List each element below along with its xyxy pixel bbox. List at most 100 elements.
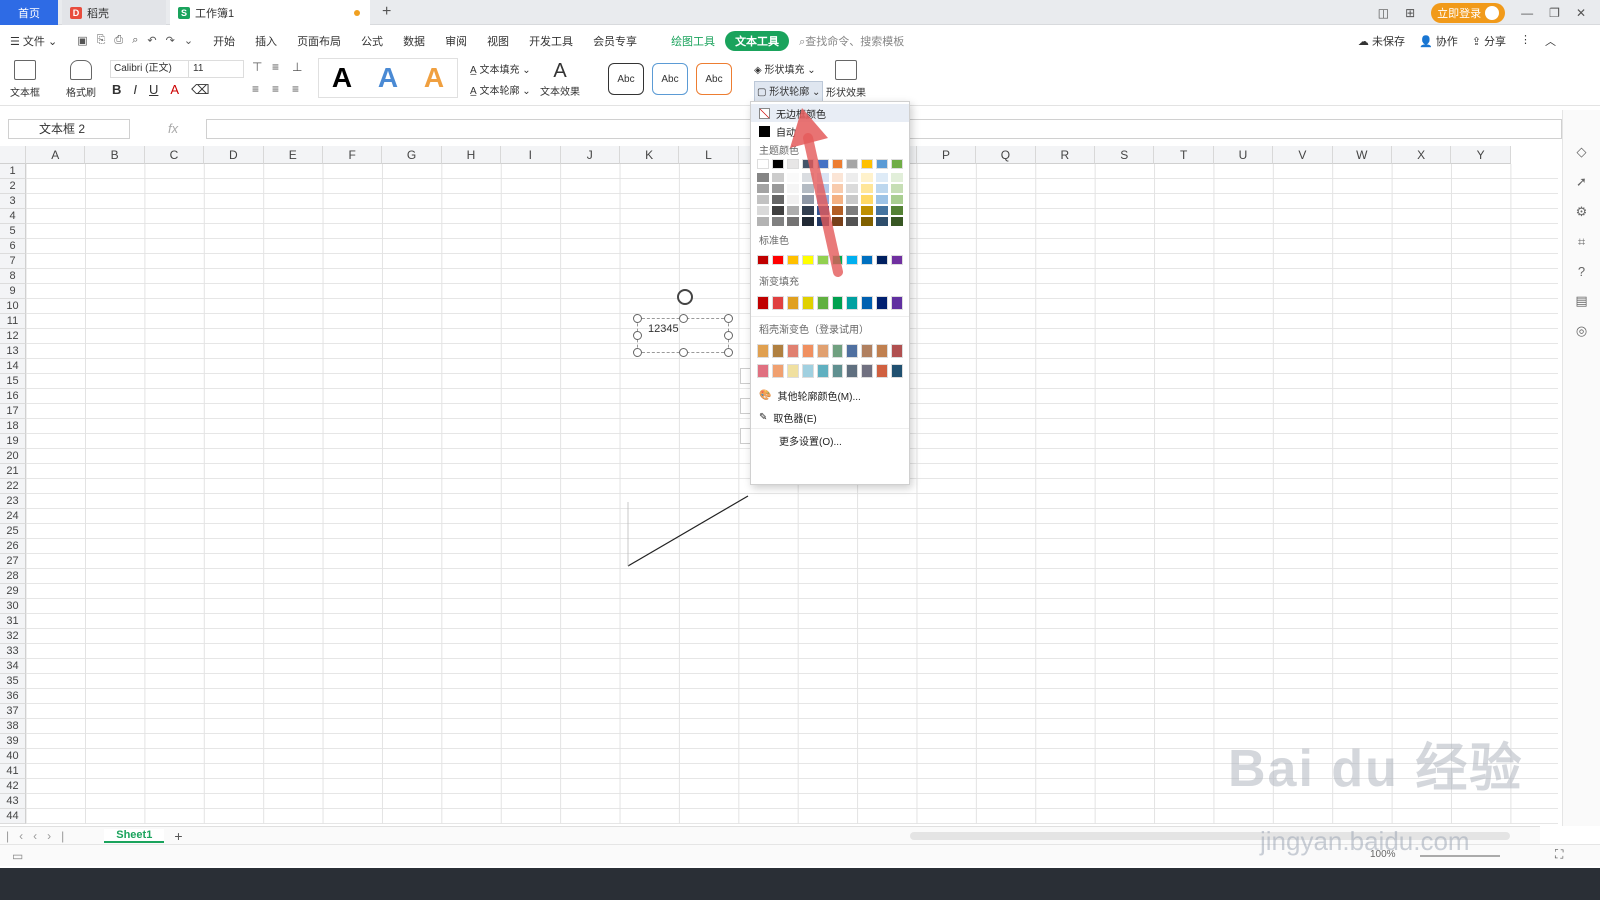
sidebar-image-icon[interactable]: ▤ bbox=[1575, 293, 1587, 309]
row-header[interactable]: 38 bbox=[0, 719, 26, 734]
row-header[interactable]: 24 bbox=[0, 509, 26, 524]
column-header[interactable]: F bbox=[322, 146, 383, 164]
font-name-field[interactable]: Calibri (正文) bbox=[111, 61, 189, 77]
row-header[interactable]: 9 bbox=[0, 284, 26, 299]
text-style-orange[interactable]: A bbox=[424, 62, 444, 94]
italic-icon[interactable]: I bbox=[133, 82, 137, 98]
font-size-field[interactable]: 11 bbox=[189, 61, 203, 77]
color-swatch[interactable] bbox=[757, 296, 769, 310]
column-header[interactable]: J bbox=[560, 146, 620, 164]
color-swatch[interactable] bbox=[771, 296, 784, 310]
row-header[interactable]: 20 bbox=[0, 449, 26, 464]
apps-grid-icon[interactable]: ⊞ bbox=[1405, 6, 1415, 20]
menu-item-start[interactable]: 开始 bbox=[203, 33, 245, 49]
row-header[interactable]: 12 bbox=[0, 329, 26, 344]
color-swatch[interactable] bbox=[846, 296, 859, 310]
row-header[interactable]: 28 bbox=[0, 569, 26, 584]
resize-handle[interactable] bbox=[724, 314, 733, 323]
row-header[interactable]: 29 bbox=[0, 584, 26, 599]
tab-draw-tools[interactable]: 绘图工具 bbox=[661, 33, 725, 49]
row-header[interactable]: 5 bbox=[0, 224, 26, 239]
row-header[interactable]: 16 bbox=[0, 389, 26, 404]
color-swatch[interactable] bbox=[757, 195, 769, 204]
shape-style-3[interactable]: Abc bbox=[696, 63, 732, 95]
row-header[interactable]: 36 bbox=[0, 689, 26, 704]
row-header[interactable]: 7 bbox=[0, 254, 26, 269]
column-header[interactable]: G bbox=[382, 146, 442, 164]
rotate-handle-icon[interactable] bbox=[677, 289, 693, 305]
row-header[interactable]: 39 bbox=[0, 734, 26, 749]
more-colors-option[interactable]: 🎨 其他轮廓颜色(M)... bbox=[751, 384, 909, 406]
color-swatch[interactable] bbox=[816, 364, 829, 378]
color-swatch[interactable] bbox=[786, 364, 799, 378]
file-menu[interactable]: ☰ 文件 ⌄ bbox=[0, 33, 67, 49]
menu-item-view[interactable]: 视图 bbox=[477, 33, 519, 49]
resize-handle[interactable] bbox=[679, 348, 688, 357]
align-center-icon[interactable]: ≡ bbox=[272, 82, 292, 96]
column-header[interactable]: H bbox=[441, 146, 502, 164]
restore-icon[interactable]: ❐ bbox=[1549, 6, 1560, 20]
row-header[interactable]: 15 bbox=[0, 374, 26, 389]
menu-item-page-layout[interactable]: 页面布局 bbox=[287, 33, 351, 49]
color-swatch[interactable] bbox=[801, 296, 814, 310]
shape-style-1[interactable]: Abc bbox=[608, 63, 644, 95]
font-selector[interactable]: Calibri (正文) 11 bbox=[110, 60, 244, 78]
sidebar-select-icon[interactable]: ➚ bbox=[1576, 174, 1587, 190]
shape-effect-button[interactable]: 形状效果 bbox=[826, 60, 866, 99]
row-header[interactable]: 22 bbox=[0, 479, 26, 494]
color-swatch[interactable] bbox=[891, 296, 904, 310]
color-swatch[interactable] bbox=[816, 296, 829, 310]
column-header[interactable]: V bbox=[1273, 146, 1333, 164]
textbox-button[interactable]: 文本框 bbox=[10, 60, 40, 99]
name-box[interactable]: 文本框 2 bbox=[8, 119, 130, 139]
sidebar-location-icon[interactable]: ◎ bbox=[1576, 323, 1587, 339]
selected-textbox[interactable]: 12345 bbox=[633, 314, 733, 357]
color-swatch[interactable] bbox=[757, 364, 769, 378]
sidebar-shape-icon[interactable]: ◇ bbox=[1577, 144, 1587, 160]
align-top-icon[interactable]: ⊤ bbox=[252, 60, 272, 74]
more-settings-option[interactable]: 更多设置(O)... bbox=[751, 428, 909, 452]
text-effect-button[interactable]: A 文本效果 bbox=[540, 60, 580, 98]
align-middle-icon[interactable]: ≡ bbox=[272, 60, 292, 74]
color-swatch[interactable] bbox=[891, 217, 904, 226]
more-options-icon[interactable]: ⋮ bbox=[1520, 33, 1531, 49]
color-swatch[interactable] bbox=[876, 206, 889, 215]
minimize-icon[interactable]: — bbox=[1521, 6, 1533, 20]
color-swatch[interactable] bbox=[861, 364, 874, 378]
row-header[interactable]: 27 bbox=[0, 554, 26, 569]
color-swatch[interactable] bbox=[757, 159, 769, 169]
color-swatch[interactable] bbox=[891, 364, 904, 378]
color-swatch[interactable] bbox=[831, 296, 844, 310]
row-header[interactable]: 43 bbox=[0, 794, 26, 809]
row-header[interactable]: 17 bbox=[0, 404, 26, 419]
format-painter-button[interactable]: 格式刷 bbox=[66, 60, 96, 99]
collab-button[interactable]: 👤 协作 bbox=[1419, 33, 1458, 49]
eyedropper-option[interactable]: ✎ 取色器(E) bbox=[751, 406, 909, 428]
color-swatch[interactable] bbox=[831, 344, 844, 358]
export-icon[interactable]: ⎘ bbox=[97, 34, 106, 47]
resize-handle[interactable] bbox=[679, 314, 688, 323]
color-swatch[interactable] bbox=[876, 159, 889, 169]
redo-icon[interactable]: ↷ bbox=[166, 34, 175, 47]
row-header[interactable]: 41 bbox=[0, 764, 26, 779]
row-header[interactable]: 11 bbox=[0, 314, 26, 329]
column-header[interactable]: X bbox=[1391, 146, 1452, 164]
row-header[interactable]: 37 bbox=[0, 704, 26, 719]
row-header[interactable]: 31 bbox=[0, 614, 26, 629]
command-search[interactable]: ⌕查找命令、搜索模板 bbox=[789, 33, 914, 49]
color-swatch[interactable] bbox=[861, 173, 874, 182]
color-swatch[interactable] bbox=[757, 344, 769, 358]
shape-fill-button[interactable]: ◈ 形状填充 ⌄ bbox=[754, 60, 823, 81]
row-header[interactable]: 32 bbox=[0, 629, 26, 644]
column-header[interactable]: K bbox=[619, 146, 680, 164]
text-style-black[interactable]: A bbox=[332, 62, 352, 94]
color-swatch[interactable] bbox=[846, 344, 859, 358]
row-header[interactable]: 26 bbox=[0, 539, 26, 554]
row-header[interactable]: 19 bbox=[0, 434, 26, 449]
column-header[interactable]: B bbox=[85, 146, 145, 164]
column-header[interactable]: R bbox=[1035, 146, 1096, 164]
fx-icon[interactable]: fx bbox=[168, 121, 178, 136]
row-header[interactable]: 23 bbox=[0, 494, 26, 509]
tab-text-tools[interactable]: 文本工具 bbox=[725, 30, 790, 51]
column-header[interactable]: E bbox=[263, 146, 323, 164]
